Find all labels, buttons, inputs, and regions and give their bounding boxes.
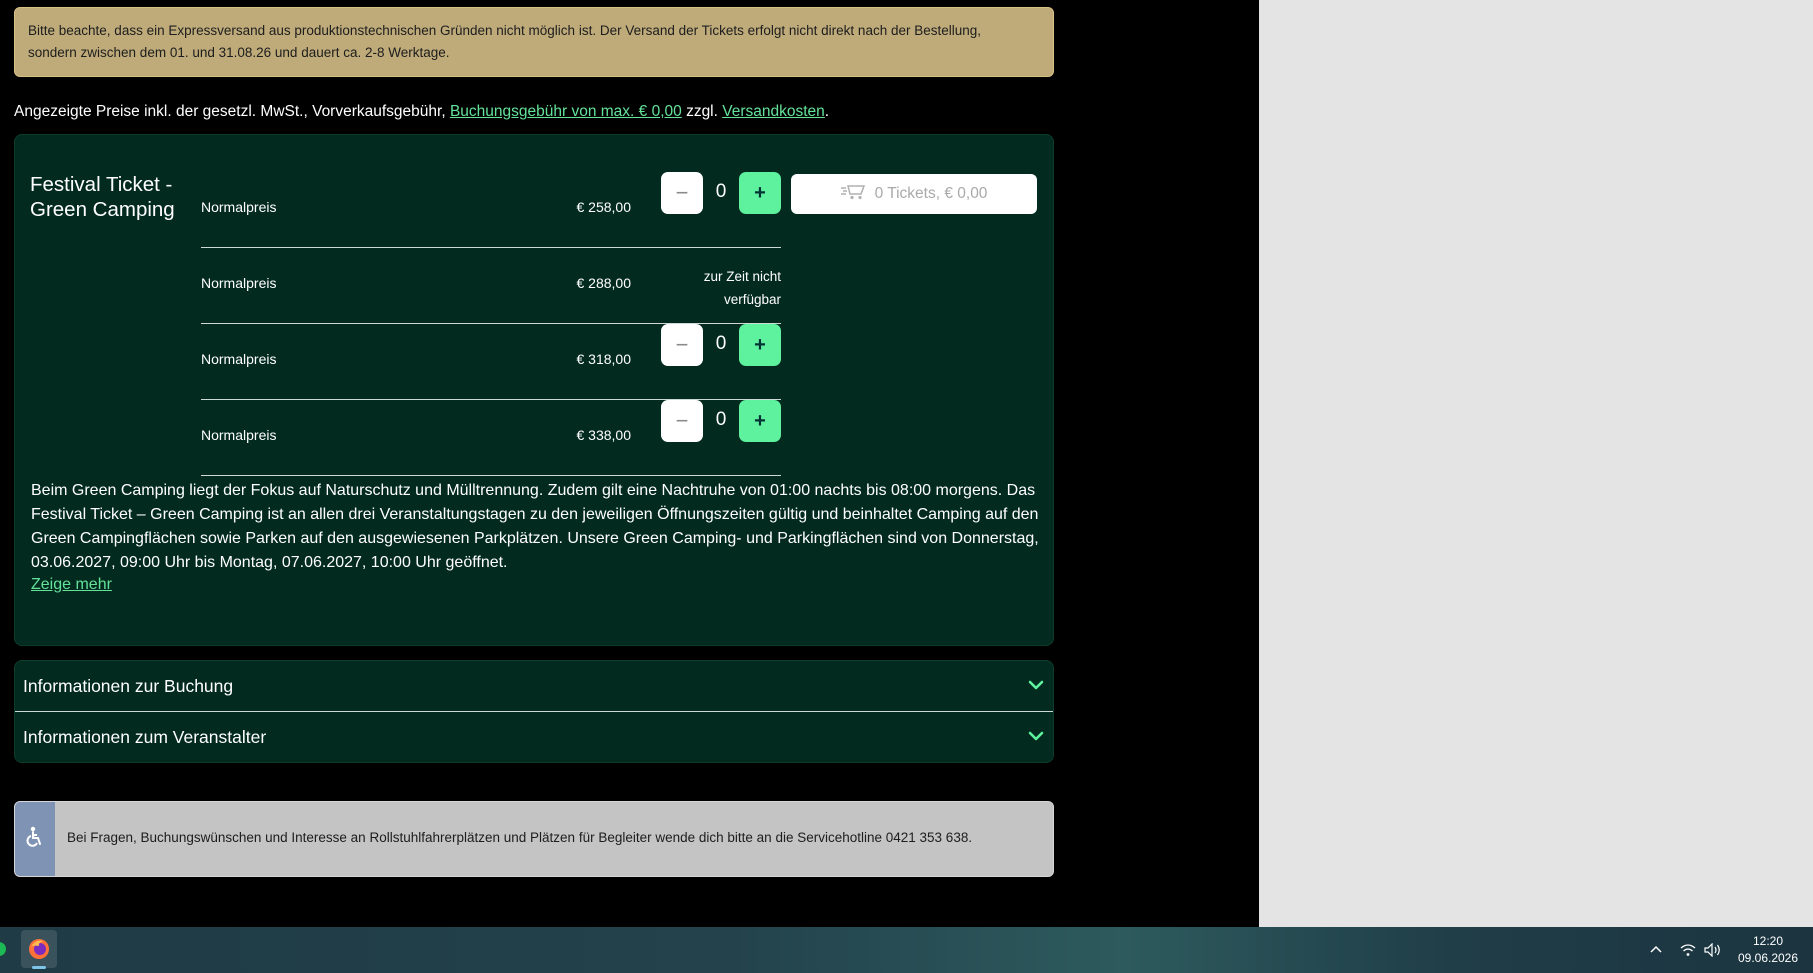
quantity-value: 0 [715,333,727,354]
price-value: € 258,00 [576,199,632,215]
accessibility-info-box: Bei Fragen, Buchungswünschen und Interes… [14,801,1054,877]
price-info-suffix: . [824,103,830,120]
volume-icon[interactable] [1704,940,1722,960]
decrease-quantity-button[interactable]: − [661,172,703,214]
cart-summary-label: 0 Tickets, € 0,00 [874,185,988,202]
clock-date: 09.06.2026 [1737,951,1799,965]
increase-quantity-button[interactable]: + [739,400,781,442]
shipping-costs-link[interactable]: Versandkosten [722,103,825,120]
quantity-value: 0 [715,181,727,202]
booking-fee-link[interactable]: Buchungsgebühr von max. € 0,00 [450,103,682,120]
price-value: € 318,00 [576,351,632,367]
cart-icon [840,184,867,205]
price-row: Normalpreis € 338,00 − 0 + [201,400,781,476]
quantity-stepper: − 0 + [661,400,781,442]
price-info-prefix: Angezeigte Preise inkl. der gesetzl. MwS… [14,103,446,120]
system-clock[interactable]: 12:20 09.06.2026 [1728,933,1808,967]
accessibility-side-bar [15,802,55,876]
wifi-icon[interactable] [1680,940,1696,960]
quantity-value: 0 [715,409,727,430]
accordion-title: Informationen zum Veranstalter [23,726,267,747]
shipping-notice-line-1: Bitte beachte, dass ein Expressversand a… [28,23,982,38]
price-info-middle: zzgl. [686,103,718,120]
shipping-notice: Bitte beachte, dass ein Expressversand a… [14,7,1054,77]
increase-quantity-button[interactable]: + [739,324,781,366]
price-value: € 338,00 [576,427,632,443]
ticket-price-rows: Normalpreis € 258,00 − 0 + Normalpreis €… [201,172,781,476]
active-app-indicator [32,966,46,969]
price-category-label: Normalpreis [201,427,277,443]
quantity-stepper: − 0 + [661,172,781,214]
price-value: € 288,00 [576,275,632,291]
chevron-up-icon[interactable] [1649,940,1663,960]
decrease-quantity-button[interactable]: − [661,400,703,442]
accordion-organizer-info[interactable]: Informationen zum Veranstalter [15,711,1053,762]
right-background-panel [1259,0,1813,927]
price-category-label: Normalpreis [201,275,277,291]
wheelchair-icon [26,826,44,853]
ticket-description: Beim Green Camping liegt der Fokus auf N… [31,482,1039,571]
clock-time: 12:20 [1752,934,1784,948]
shipping-notice-line-2: sondern zwischen dem 01. und 31.08.26 un… [28,45,450,60]
quantity-stepper: − 0 + [661,324,781,366]
info-accordion: Informationen zur Buchung Informationen … [14,660,1054,763]
show-more-link[interactable]: Zeige mehr [31,576,112,594]
chevron-down-icon [1027,676,1045,699]
ticket-name: Festival Ticket - Green Camping [30,173,175,221]
taskbar [0,927,1813,973]
decrease-quantity-button[interactable]: − [661,324,703,366]
price-row: Normalpreis € 258,00 − 0 + [201,172,781,248]
accordion-title: Informationen zur Buchung [23,675,234,696]
accessibility-hotline-text: Bei Fragen, Buchungswünschen und Interes… [67,830,973,845]
unavailable-notice: zur Zeit nicht verfügbar [703,269,781,307]
increase-quantity-button[interactable]: + [739,172,781,214]
price-category-label: Normalpreis [201,199,277,215]
accordion-booking-info[interactable]: Informationen zur Buchung [15,661,1053,711]
price-category-label: Normalpreis [201,351,277,367]
firefox-icon[interactable] [21,930,57,968]
price-row: Normalpreis € 318,00 − 0 + [201,324,781,400]
main-content: Bitte beachte, dass ein Expressversand a… [14,7,1054,877]
add-to-cart-button[interactable]: 0 Tickets, € 0,00 [791,174,1037,214]
chevron-down-icon [1027,727,1045,750]
price-info: Angezeigte Preise inkl. der gesetzl. MwS… [14,103,1054,121]
price-row: Normalpreis € 288,00 zur Zeit nicht verf… [201,248,781,324]
ticket-card: Festival Ticket - Green Camping Normalpr… [14,134,1054,646]
